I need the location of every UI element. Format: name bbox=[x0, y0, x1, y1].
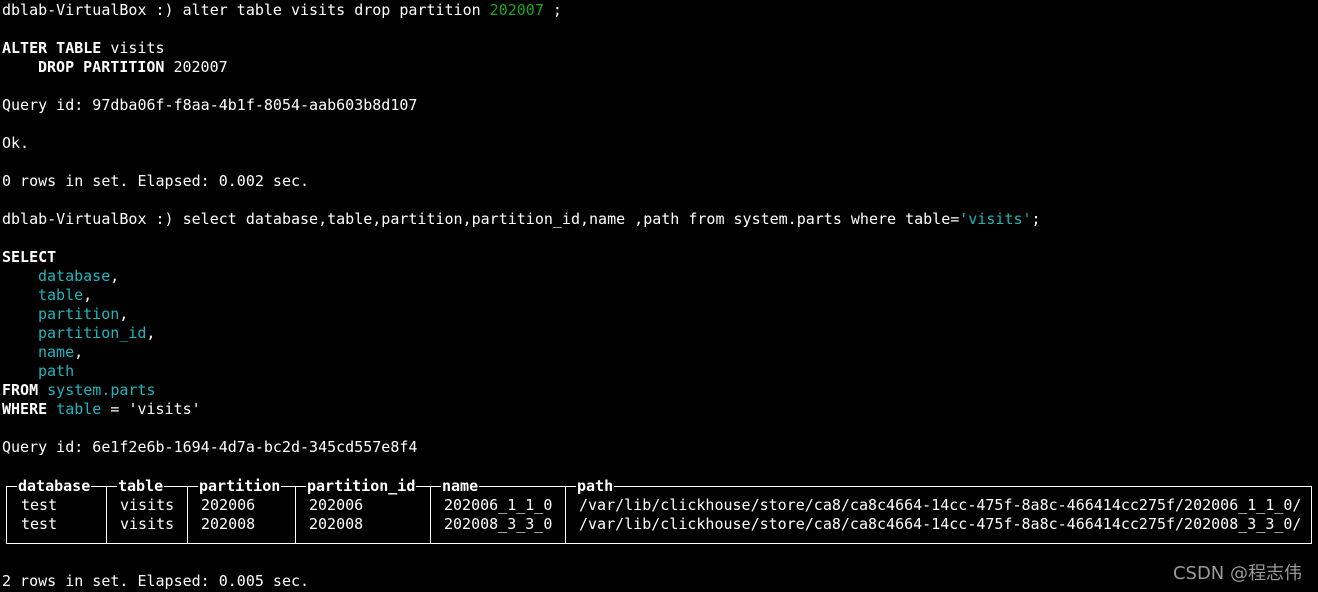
sql-where-line: WHERE table = 'visits' bbox=[2, 400, 201, 418]
table-cell: 202008 bbox=[309, 515, 364, 533]
column-partition: partition 202006 202008 bbox=[187, 477, 296, 543]
table-cell: /var/lib/clickhouse/store/ca8/ca8c4664-1… bbox=[579, 496, 1302, 514]
result-table: database test test table visits visits p… bbox=[6, 477, 1312, 544]
column-header: database bbox=[17, 477, 92, 496]
column-header: partition bbox=[198, 477, 282, 496]
partition-literal: 202007 bbox=[489, 1, 544, 19]
sql-keyword: ALTER TABLE bbox=[2, 39, 102, 57]
command-line-alter: dblab-VirtualBox :) alter table visits d… bbox=[2, 1, 1318, 20]
table-cell: visits bbox=[120, 515, 175, 533]
column-path: path /var/lib/clickhouse/store/ca8/ca8c4… bbox=[565, 477, 1311, 543]
select-field: table, bbox=[38, 286, 93, 304]
sql-text: visits bbox=[101, 39, 165, 57]
column-header: table bbox=[117, 477, 165, 496]
column-header: partition_id bbox=[306, 477, 417, 496]
table-cell: test bbox=[21, 496, 58, 514]
echo-alter-line: ALTER TABLE visits bbox=[2, 39, 1318, 58]
select-field: name, bbox=[38, 343, 84, 361]
ok-status: Ok. bbox=[2, 134, 30, 152]
elapsed-status-1: 0 rows in set. Elapsed: 0.002 sec. bbox=[2, 172, 310, 190]
select-field: partition_id, bbox=[38, 324, 156, 342]
echo-drop-line: DROP PARTITION 202007 bbox=[2, 58, 1318, 77]
table-cell: /var/lib/clickhouse/store/ca8/ca8c4664-1… bbox=[579, 515, 1302, 533]
table-cell: visits bbox=[120, 496, 175, 514]
column-database: database test test bbox=[7, 477, 106, 543]
query-id-2: Query id: 6e1f2e6b-1694-4d7a-bc2d-345cd5… bbox=[2, 438, 418, 456]
string-literal: 'visits' bbox=[959, 210, 1032, 228]
table-cell: test bbox=[21, 515, 58, 533]
shell-prompt: dblab-VirtualBox :) bbox=[2, 1, 183, 19]
sql-from-line: FROM system.parts bbox=[2, 381, 156, 399]
table-cell: 202008_3_3_0 bbox=[444, 515, 553, 533]
watermark-text: CSDN @程志伟 bbox=[1172, 563, 1302, 584]
shell-prompt: dblab-VirtualBox :) bbox=[2, 210, 183, 228]
column-header: path bbox=[576, 477, 615, 496]
column-header: name bbox=[441, 477, 480, 496]
table-cell: 202006_1_1_0 bbox=[444, 496, 553, 514]
table-cell: 202008 bbox=[201, 515, 256, 533]
elapsed-status-2: 2 rows in set. Elapsed: 0.005 sec. bbox=[2, 572, 310, 590]
select-field: partition, bbox=[38, 305, 129, 323]
select-field: database, bbox=[38, 267, 120, 285]
sql-text: 202007 bbox=[164, 58, 228, 76]
terminal-footer: 2 rows in set. Elapsed: 0.005 sec. bbox=[2, 572, 1318, 591]
command-terminator: ; bbox=[1031, 210, 1041, 228]
column-table: table visits visits bbox=[106, 477, 188, 543]
command-text: alter table visits drop partition bbox=[182, 1, 490, 19]
sql-keyword: DROP PARTITION bbox=[38, 58, 165, 76]
command-line-select: dblab-VirtualBox :) select database,tabl… bbox=[2, 210, 1318, 229]
sql-select-keyword: SELECT bbox=[2, 248, 57, 266]
column-name: name 202006_1_1_0 202008_3_3_0 bbox=[430, 477, 566, 543]
query-id-1: Query id: 97dba06f-f8aa-4b1f-8054-aab603… bbox=[2, 96, 418, 114]
table-cell: 202006 bbox=[309, 496, 364, 514]
terminal-output: dblab-VirtualBox :) alter table visits d… bbox=[2, 1, 1318, 457]
column-partition-id: partition_id 202006 202008 bbox=[295, 477, 431, 543]
command-terminator: ; bbox=[543, 1, 562, 19]
select-field: path bbox=[38, 362, 75, 380]
table-cell: 202006 bbox=[201, 496, 256, 514]
command-text: select database,table,partition,partitio… bbox=[182, 210, 960, 228]
